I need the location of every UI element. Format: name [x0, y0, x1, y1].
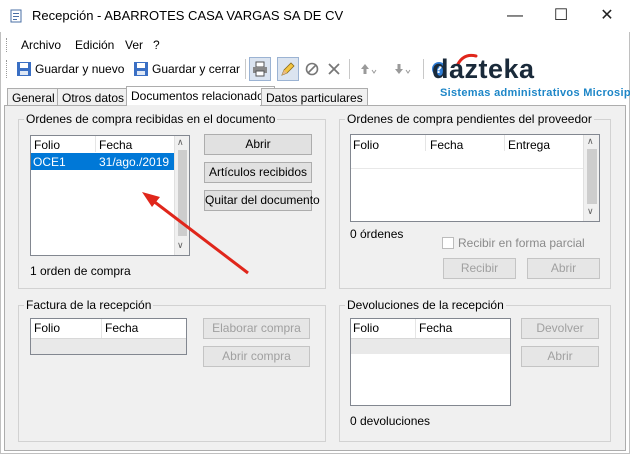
close-icon: ✕	[600, 7, 614, 24]
returns-empty-row	[351, 338, 510, 354]
partial-receive-label: Recibir en forma parcial	[458, 236, 585, 250]
column-header-fecha[interactable]: Fecha	[105, 321, 138, 335]
delete-button[interactable]	[325, 57, 343, 81]
save-new-button[interactable]: Guardar y nuevo	[16, 57, 124, 81]
column-header-folio[interactable]: Folio	[353, 138, 379, 152]
column-header-fecha[interactable]: Fecha	[419, 321, 452, 335]
edit-button[interactable]	[277, 57, 299, 81]
open-return-button[interactable]: Abrir	[521, 346, 599, 367]
document-app-icon	[10, 9, 22, 23]
invoice-empty-row	[31, 338, 186, 354]
annotation-arrow-icon	[142, 192, 249, 275]
open-pending-button[interactable]: Abrir	[527, 258, 600, 279]
save-close-button[interactable]: Guardar y cerrar	[133, 57, 240, 81]
toolbar-separator	[349, 59, 350, 79]
column-divider	[425, 135, 426, 151]
move-up-button[interactable]	[355, 57, 381, 81]
save-new-label: Guardar y nuevo	[35, 62, 125, 76]
menu-bar: Archivo Edición Ver ?	[1, 35, 629, 55]
title-bar[interactable]: Recepción - ABARROTES CASA VARGAS SA DE …	[0, 0, 630, 32]
minimize-button[interactable]: —	[492, 0, 538, 32]
returns-title: Devoluciones de la recepción	[345, 298, 506, 312]
pencil-icon	[281, 62, 295, 76]
maximize-icon: ☐	[553, 7, 569, 24]
active-tab-join	[127, 105, 260, 107]
pending-orders-list[interactable]	[350, 134, 600, 222]
scroll-thumb[interactable]	[587, 149, 597, 204]
received-orders-title: Ordenes de compra recibidas en el docume…	[24, 112, 278, 126]
column-header-folio[interactable]: Folio	[34, 138, 60, 152]
arrow-down-icon	[395, 64, 411, 74]
window-title: Recepción - ABARROTES CASA VARGAS SA DE …	[32, 8, 344, 23]
move-down-button[interactable]	[389, 57, 415, 81]
row-folio: OCE1	[33, 155, 66, 169]
partial-receive-checkbox[interactable]	[442, 237, 454, 249]
row-divider	[351, 168, 583, 169]
column-header-fecha[interactable]: Fecha	[99, 138, 132, 152]
x-icon	[328, 63, 340, 75]
column-header-fecha[interactable]: Fecha	[430, 138, 463, 152]
row-fecha: 31/ago./2019	[99, 155, 170, 169]
invoice-title: Factura de la recepción	[24, 298, 154, 312]
pending-orders-count: 0 órdenes	[350, 227, 404, 241]
arrow-up-icon	[361, 64, 377, 74]
cancel-doc-button[interactable]	[303, 57, 321, 81]
column-header-folio[interactable]: Folio	[353, 321, 379, 335]
minimize-icon: —	[507, 7, 523, 24]
print-button[interactable]	[249, 57, 271, 81]
open-purchase-button[interactable]: Abrir compra	[203, 346, 310, 367]
menu-archivo[interactable]: Archivo	[21, 38, 61, 52]
logo-name: dazteka	[432, 54, 535, 84]
printer-icon	[253, 61, 267, 77]
toolbar-separator	[245, 59, 246, 79]
maximize-button[interactable]: ☐	[538, 0, 584, 32]
open-order-button[interactable]: Abrir	[204, 134, 312, 155]
return-button[interactable]: Devolver	[521, 318, 599, 339]
table-row[interactable]: OCE1 31/ago./2019	[31, 153, 174, 170]
scroll-up-icon[interactable]: ∧	[177, 137, 184, 148]
save-close-label: Guardar y cerrar	[152, 62, 241, 76]
close-button[interactable]: ✕	[584, 0, 630, 32]
pending-orders-title: Ordenes de compra pendientes del proveed…	[345, 112, 594, 126]
received-orders-count: 1 orden de compra	[30, 264, 131, 278]
receive-button[interactable]: Recibir	[443, 258, 516, 279]
column-header-entrega[interactable]: Entrega	[508, 138, 550, 152]
column-divider	[95, 136, 96, 152]
toolbar-grip	[6, 60, 8, 78]
menu-ver[interactable]: Ver	[125, 38, 143, 52]
menu-grip	[6, 38, 8, 52]
cancel-circle-icon	[305, 62, 319, 76]
pending-orders-scrollbar[interactable]: ∧ ∨	[583, 135, 599, 221]
column-divider	[504, 135, 505, 151]
save-icon	[17, 62, 31, 76]
toolbar-separator	[423, 59, 424, 79]
logo-tagline: Sistemas administrativos Microsip	[440, 87, 630, 99]
make-purchase-button[interactable]: Elaborar compra	[203, 318, 310, 339]
save-icon	[134, 62, 148, 76]
menu-edicion[interactable]: Edición	[75, 38, 114, 52]
returns-count: 0 devoluciones	[350, 414, 431, 428]
column-header-folio[interactable]: Folio	[34, 321, 60, 335]
menu-help[interactable]: ?	[153, 38, 160, 52]
scroll-up-icon[interactable]: ∧	[587, 136, 594, 147]
scroll-down-icon[interactable]: ∨	[587, 206, 594, 217]
